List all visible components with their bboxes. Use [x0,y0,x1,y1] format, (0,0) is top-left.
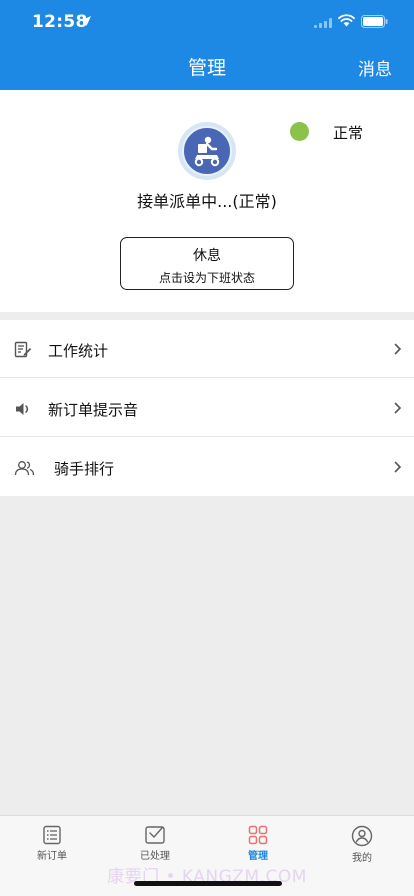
battery-icon [361,15,388,28]
menu-item-work-stats[interactable]: 工作统计 [0,320,414,378]
tab-manage[interactable]: 管理 [223,825,293,867]
chevron-right-icon [394,343,402,355]
online-status-dot [290,122,309,141]
tab-mine[interactable]: 我的 [327,825,397,867]
menu-item-order-sound[interactable]: 新订单提示音 [0,379,414,437]
rider-status-text: 接单派单中...(正常) [137,192,277,211]
list-icon [43,825,61,845]
tab-label: 新订单 [37,851,67,862]
check-mail-icon [145,826,165,844]
location-arrow-icon [81,16,91,26]
page-title: 管理 [187,57,226,79]
tab-processed[interactable]: 已处理 [120,825,190,867]
messages-button[interactable]: 消息 [358,55,392,80]
speaker-icon [16,403,29,415]
cellular-signal-icon [314,18,332,28]
menu-item-label: 工作统计 [48,342,109,360]
wifi-icon [338,14,355,27]
menu-item-label: 新订单提示音 [48,401,139,419]
user-icon [351,825,373,847]
tab-label: 管理 [248,851,268,862]
users-icon [14,461,35,476]
chevron-right-icon [394,461,402,473]
avatar [178,122,236,180]
status-bar: 12:58 [0,0,414,44]
tab-new-orders[interactable]: 新订单 [17,825,87,867]
navigation-bar: 管理 消息 [0,44,414,90]
rest-button[interactable]: 休息 点击设为下班状态 [120,237,294,290]
edit-doc-icon [14,341,32,358]
menu-item-label: 骑手排行 [54,460,115,478]
menu-item-rider-ranking[interactable]: 骑手排行 [0,438,414,496]
rest-button-subtitle: 点击设为下班状态 [158,271,255,285]
tab-label: 已处理 [140,851,170,862]
online-status-label: 正常 [333,124,364,142]
chevron-right-icon [394,402,402,414]
delivery-rider-icon [182,126,232,176]
home-indicator [134,881,282,886]
rider-profile-card: 正常 接单派单中...(正常) 休息 点击设为下班状态 [0,90,414,312]
settings-menu: 工作统计 新订单提示音 骑手排行 [0,320,414,496]
grid-icon [248,825,268,845]
rest-button-title: 休息 [193,248,221,264]
